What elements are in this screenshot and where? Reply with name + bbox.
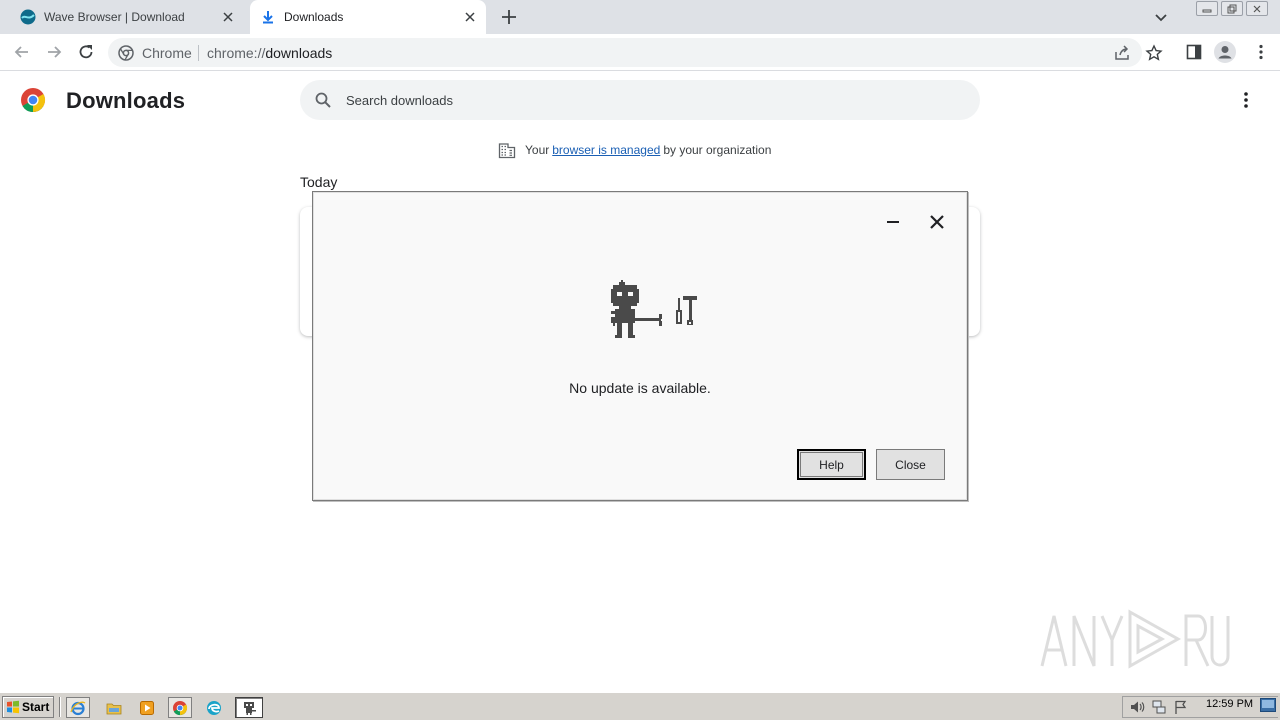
more-actions-icon[interactable] bbox=[1236, 90, 1256, 110]
chrome-taskbar-icon bbox=[173, 700, 188, 715]
managed-prefix: Your bbox=[525, 143, 550, 157]
new-tab-icon[interactable] bbox=[498, 6, 520, 28]
close-tab-icon[interactable] bbox=[220, 9, 236, 25]
section-today-heading: Today bbox=[300, 174, 338, 190]
chrome-icon bbox=[118, 45, 134, 61]
managed-notice: Your browser is managed by your organiza… bbox=[498, 141, 771, 159]
side-panel-icon[interactable] bbox=[1185, 43, 1203, 61]
media-player-icon bbox=[140, 700, 154, 715]
help-button[interactable]: Help bbox=[797, 449, 866, 480]
explorer-launch-button[interactable] bbox=[102, 697, 126, 718]
action-center-flag-icon[interactable] bbox=[1173, 699, 1189, 715]
start-label: Start bbox=[22, 700, 50, 714]
robot-repair-icon bbox=[611, 280, 697, 338]
managed-suffix: by your organization bbox=[663, 143, 772, 157]
update-dialog: No update is available. Help Close bbox=[312, 191, 968, 501]
ie-launch-button[interactable] bbox=[66, 697, 90, 718]
close-window-icon[interactable] bbox=[1246, 1, 1268, 16]
share-icon[interactable] bbox=[1113, 44, 1131, 62]
minimize-dialog-icon[interactable] bbox=[883, 212, 903, 232]
chevron-down-icon[interactable] bbox=[1152, 8, 1170, 26]
edge-launch-button[interactable] bbox=[202, 697, 226, 718]
search-downloads-box[interactable] bbox=[300, 80, 980, 120]
browser-toolbar: Chrome chrome://downloads bbox=[0, 34, 1280, 71]
windows-flag-icon bbox=[7, 700, 19, 714]
system-tray bbox=[1122, 696, 1278, 718]
chrome-logo-icon bbox=[21, 88, 46, 113]
search-input[interactable] bbox=[346, 90, 946, 110]
tab-downloads[interactable]: Downloads bbox=[250, 0, 486, 34]
media-player-launch-button[interactable] bbox=[135, 697, 159, 718]
chrome-launch-button[interactable] bbox=[168, 697, 192, 718]
anyrun-watermark-logo bbox=[1040, 609, 1230, 669]
restore-window-icon[interactable] bbox=[1221, 1, 1243, 16]
taskbar-clock[interactable]: 12:59 PM bbox=[1206, 698, 1253, 710]
tab-title: Downloads bbox=[284, 10, 344, 24]
search-icon bbox=[315, 92, 331, 108]
start-button[interactable]: Start bbox=[2, 696, 54, 718]
url-text[interactable]: chrome://downloads bbox=[207, 45, 332, 61]
minimize-window-icon[interactable] bbox=[1196, 1, 1218, 16]
bookmark-star-icon[interactable] bbox=[1145, 44, 1163, 62]
back-arrow-icon[interactable] bbox=[12, 42, 32, 62]
close-tab-icon[interactable] bbox=[462, 9, 478, 25]
browser-menu-icon[interactable] bbox=[1252, 43, 1270, 61]
window-controls bbox=[1193, 1, 1268, 16]
speaker-icon[interactable] bbox=[1129, 699, 1145, 715]
active-task-button[interactable] bbox=[235, 697, 263, 718]
address-bar[interactable]: Chrome chrome://downloads bbox=[108, 38, 1163, 67]
managed-link[interactable]: browser is managed bbox=[552, 143, 660, 157]
update-status-message: No update is available. bbox=[569, 380, 711, 396]
update-robot-task-icon bbox=[244, 701, 256, 715]
tab-title: Wave Browser | Download bbox=[44, 10, 185, 24]
folder-icon bbox=[106, 703, 122, 714]
chip-divider bbox=[198, 45, 199, 61]
internet-explorer-icon bbox=[70, 701, 86, 715]
show-desktop-icon[interactable] bbox=[1260, 698, 1276, 712]
taskbar-separator bbox=[59, 697, 61, 717]
close-dialog-icon[interactable] bbox=[927, 212, 947, 232]
tab-strip: Wave Browser | Download Downloads bbox=[0, 0, 1280, 34]
forward-arrow-icon[interactable] bbox=[44, 42, 64, 62]
edge-icon bbox=[207, 700, 221, 715]
url-scheme: chrome:// bbox=[207, 45, 266, 61]
wave-browser-icon bbox=[20, 9, 36, 25]
profile-avatar-icon[interactable] bbox=[1214, 41, 1236, 63]
close-button[interactable]: Close bbox=[876, 449, 945, 480]
url-host: downloads bbox=[265, 45, 333, 61]
site-chip: Chrome bbox=[142, 45, 192, 61]
windows-taskbar: Start 12:59 PM bbox=[0, 692, 1280, 720]
page-title: Downloads bbox=[66, 88, 186, 113]
tab-wave-browser[interactable]: Wave Browser | Download bbox=[12, 0, 244, 34]
reload-icon[interactable] bbox=[76, 42, 96, 62]
download-icon bbox=[263, 11, 273, 24]
building-icon bbox=[498, 143, 516, 159]
network-icon[interactable] bbox=[1151, 699, 1167, 715]
